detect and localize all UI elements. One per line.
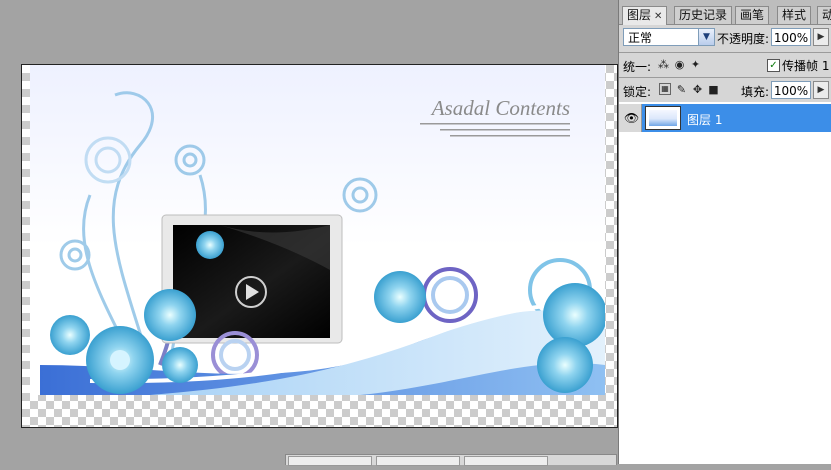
tab-brushes-label: 画笔 <box>740 8 765 22</box>
fill-slider-arrow-icon[interactable]: ▶ <box>813 81 829 99</box>
artwork-title: Asadal Contents <box>430 96 570 120</box>
opacity-input[interactable]: 100% <box>771 28 811 46</box>
unify-position-icon[interactable]: ⁂ <box>657 58 670 71</box>
tab-styles[interactable]: 样式 <box>777 6 812 24</box>
tab-history-label: 历史记录 <box>679 8 728 22</box>
tab-layers[interactable]: 图层 ✕ <box>622 6 668 25</box>
layer-thumbnail <box>645 106 681 130</box>
blend-mode-value: 正常 <box>628 31 653 45</box>
chevron-down-icon[interactable]: ▼ <box>698 29 714 45</box>
blend-row: 正常 ▼ 不透明度: 100% ▶ <box>619 26 831 52</box>
layers-panel: 图层 ✕ 历史记录 画笔 样式 动 正常 ▼ 不透明度: 100% ▶ 统一: ⁂… <box>618 0 831 464</box>
layer-row[interactable]: 👁 图层 1 <box>619 104 831 132</box>
tab-animation-label: 动 <box>822 8 831 22</box>
panel-tabs: 图层 ✕ 历史记录 画笔 样式 动 <box>619 0 831 25</box>
visibility-toggle[interactable]: 👁 <box>619 104 642 132</box>
propagate-label: 传播帧 1 <box>782 59 830 73</box>
tab-slot[interactable] <box>288 456 372 466</box>
tab-history[interactable]: 历史记录 <box>674 6 733 24</box>
opacity-slider-arrow-icon[interactable]: ▶ <box>813 28 829 46</box>
canvas-area[interactable]: Asadal Contents <box>0 0 618 466</box>
document-tab-strip <box>285 454 617 466</box>
tab-animation[interactable]: 动 <box>817 6 831 24</box>
brush-icon[interactable]: ✎ <box>675 83 688 96</box>
padlock-icon[interactable]: ■ <box>707 83 720 96</box>
artwork-image: Asadal Contents <box>30 65 605 395</box>
tab-slot[interactable] <box>464 456 548 466</box>
unify-row: 统一: ⁂ ◉ ✦ ✓ 传播帧 1 <box>619 52 831 78</box>
document-window[interactable]: Asadal Contents <box>21 64 618 428</box>
eye-icon: 👁 <box>624 111 640 125</box>
layer-name[interactable]: 图层 1 <box>687 111 722 128</box>
tab-slot[interactable] <box>376 456 460 466</box>
tab-styles-label: 样式 <box>782 8 807 22</box>
fill-input[interactable]: 100% <box>771 81 811 99</box>
move-icon[interactable]: ✥ <box>691 83 704 96</box>
blend-mode-select[interactable]: 正常 ▼ <box>623 28 715 46</box>
tab-brushes[interactable]: 画笔 <box>735 6 770 24</box>
lock-label: 锁定: <box>623 85 652 99</box>
close-icon[interactable]: ✕ <box>654 11 662 22</box>
propagate-frame-checkbox[interactable]: ✓ <box>767 59 780 72</box>
lock-row: 锁定: ▦ ✎ ✥ ■ 填充: 100% ▶ <box>619 78 831 104</box>
unify-style-icon[interactable]: ✦ <box>689 58 702 71</box>
opacity-label: 不透明度: <box>717 32 770 46</box>
unify-visibility-icon[interactable]: ◉ <box>673 58 686 71</box>
unify-label: 统一: <box>623 60 652 74</box>
tab-layers-label: 图层 <box>627 8 652 22</box>
layers-list: 👁 图层 1 <box>619 102 831 464</box>
lock-transparent-icon[interactable]: ▦ <box>659 83 671 95</box>
fill-label: 填充: <box>741 85 770 99</box>
